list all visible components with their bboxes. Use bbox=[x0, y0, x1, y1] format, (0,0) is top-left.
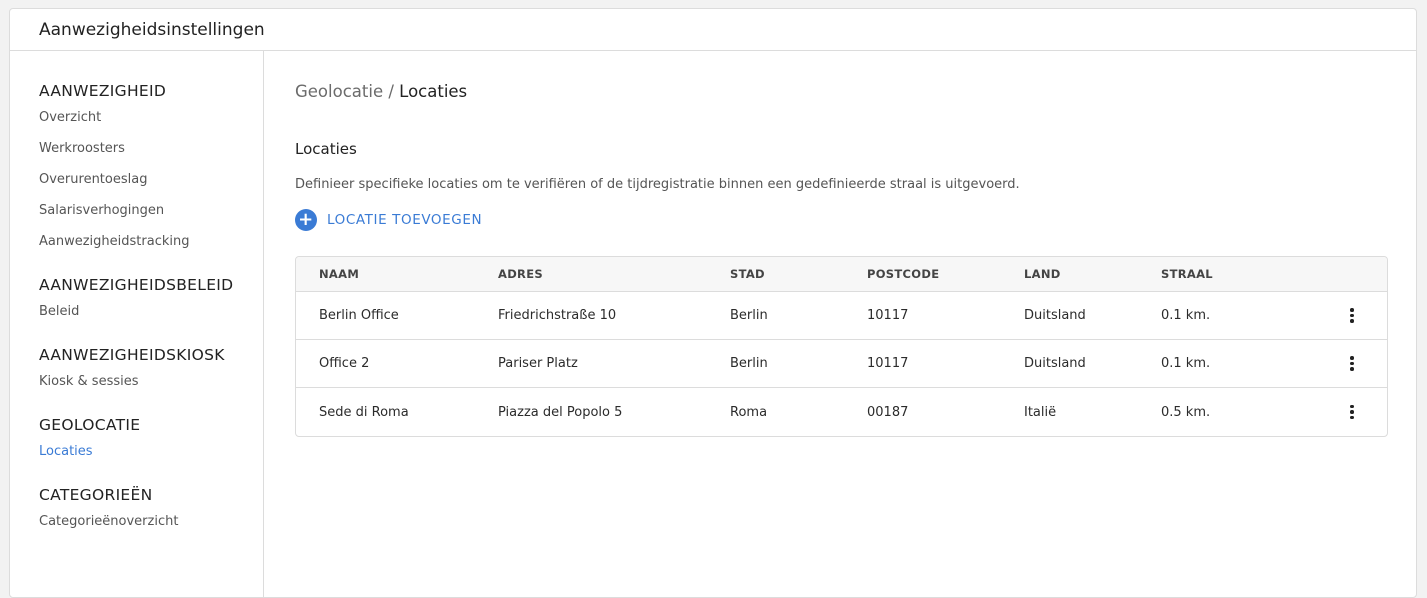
settings-panel: Aanwezigheidsinstellingen AANWEZIGHEID O… bbox=[9, 8, 1417, 598]
cell-postcode: 10117 bbox=[867, 308, 909, 323]
row-menu-button[interactable] bbox=[1340, 388, 1364, 436]
main-content: Geolocatie / Locaties Locaties Definieer… bbox=[295, 51, 1388, 597]
column-header-straal[interactable]: STRAAL bbox=[1161, 257, 1213, 291]
cell-postcode: 00187 bbox=[867, 404, 909, 420]
sidebar-item-categorieenoverzicht[interactable]: Categorieënoverzicht bbox=[39, 506, 263, 537]
cell-stad: Berlin bbox=[730, 356, 768, 371]
panel-header: Aanwezigheidsinstellingen bbox=[10, 9, 1416, 51]
sidebar-section-beleid: AANWEZIGHEIDSBELEID Beleid bbox=[39, 275, 263, 327]
breadcrumb: Geolocatie / Locaties bbox=[295, 81, 1386, 103]
sidebar-section-geolocatie: GEOLOCATIE Locaties bbox=[39, 415, 263, 467]
sidebar-section-title: AANWEZIGHEIDSBELEID bbox=[39, 276, 234, 294]
sidebar-section-title: AANWEZIGHEID bbox=[39, 82, 167, 100]
cell-naam: Sede di Roma bbox=[319, 404, 409, 420]
cell-land: Duitsland bbox=[1024, 356, 1086, 371]
sidebar-item-beleid[interactable]: Beleid bbox=[39, 296, 263, 327]
page-title: Aanwezigheidsinstellingen bbox=[39, 19, 265, 40]
breadcrumb-separator: / bbox=[383, 82, 400, 101]
sidebar-section-categorieen: CATEGORIEËN Categorieënoverzicht bbox=[39, 485, 263, 537]
table-row[interactable]: Berlin Office Friedrichstraße 10 Berlin … bbox=[296, 292, 1387, 340]
row-menu-button[interactable] bbox=[1340, 292, 1364, 339]
cell-postcode: 10117 bbox=[867, 356, 909, 371]
column-header-postcode[interactable]: POSTCODE bbox=[867, 257, 939, 291]
table-row[interactable]: Office 2 Pariser Platz Berlin 10117 Duit… bbox=[296, 340, 1387, 388]
cell-straal: 0.5 km. bbox=[1161, 404, 1211, 420]
more-vertical-icon bbox=[1350, 356, 1354, 371]
sidebar: AANWEZIGHEID Overzicht Werkroosters Over… bbox=[10, 51, 264, 597]
cell-adres: Friedrichstraße 10 bbox=[498, 308, 617, 323]
locations-description: Definieer specifieke locaties om te veri… bbox=[295, 177, 1020, 192]
sidebar-section-kiosk: AANWEZIGHEIDSKIOSK Kiosk & sessies bbox=[39, 345, 263, 397]
column-header-adres[interactable]: ADRES bbox=[498, 257, 543, 291]
sidebar-item-overurentoeslag[interactable]: Overurentoeslag bbox=[39, 164, 263, 195]
cell-land: Italië bbox=[1024, 404, 1057, 420]
sidebar-item-aanwezigheidstracking[interactable]: Aanwezigheidstracking bbox=[39, 226, 263, 257]
cell-adres: Piazza del Popolo 5 bbox=[498, 404, 623, 420]
sidebar-item-overzicht[interactable]: Overzicht bbox=[39, 102, 263, 133]
cell-straal: 0.1 km. bbox=[1161, 308, 1211, 323]
breadcrumb-parent[interactable]: Geolocatie bbox=[295, 82, 383, 101]
sidebar-section-title: AANWEZIGHEIDSKIOSK bbox=[39, 346, 225, 364]
plus-circle-icon: + bbox=[295, 209, 317, 231]
column-header-naam[interactable]: NAAM bbox=[319, 257, 359, 291]
locations-heading: Locaties bbox=[295, 140, 357, 158]
cell-adres: Pariser Platz bbox=[498, 356, 578, 371]
row-menu-button[interactable] bbox=[1340, 340, 1364, 387]
add-location-button[interactable]: + LOCATIE TOEVOEGEN bbox=[295, 208, 482, 232]
cell-stad: Berlin bbox=[730, 308, 768, 323]
sidebar-item-salarisverhogingen[interactable]: Salarisverhogingen bbox=[39, 195, 263, 226]
more-vertical-icon bbox=[1350, 308, 1354, 323]
sidebar-section-title: CATEGORIEËN bbox=[39, 486, 153, 504]
column-header-stad[interactable]: STAD bbox=[730, 257, 765, 291]
cell-land: Duitsland bbox=[1024, 308, 1086, 323]
breadcrumb-current: Locaties bbox=[399, 82, 468, 101]
column-header-land[interactable]: LAND bbox=[1024, 257, 1061, 291]
locations-table: NAAM ADRES STAD POSTCODE LAND STRAAL Ber… bbox=[295, 256, 1388, 437]
table-row[interactable]: Sede di Roma Piazza del Popolo 5 Roma 00… bbox=[296, 388, 1387, 436]
sidebar-section-aanwezigheid: AANWEZIGHEID Overzicht Werkroosters Over… bbox=[39, 81, 263, 257]
add-location-label: LOCATIE TOEVOEGEN bbox=[327, 212, 483, 228]
sidebar-item-werkroosters[interactable]: Werkroosters bbox=[39, 133, 263, 164]
cell-naam: Berlin Office bbox=[319, 308, 399, 323]
sidebar-item-locaties[interactable]: Locaties bbox=[39, 436, 263, 467]
cell-stad: Roma bbox=[730, 404, 768, 420]
cell-naam: Office 2 bbox=[319, 356, 370, 371]
more-vertical-icon bbox=[1350, 404, 1354, 420]
table-header: NAAM ADRES STAD POSTCODE LAND STRAAL bbox=[296, 257, 1387, 292]
sidebar-item-kiosk-sessies[interactable]: Kiosk & sessies bbox=[39, 366, 263, 397]
sidebar-section-title: GEOLOCATIE bbox=[39, 416, 141, 434]
cell-straal: 0.1 km. bbox=[1161, 356, 1211, 371]
